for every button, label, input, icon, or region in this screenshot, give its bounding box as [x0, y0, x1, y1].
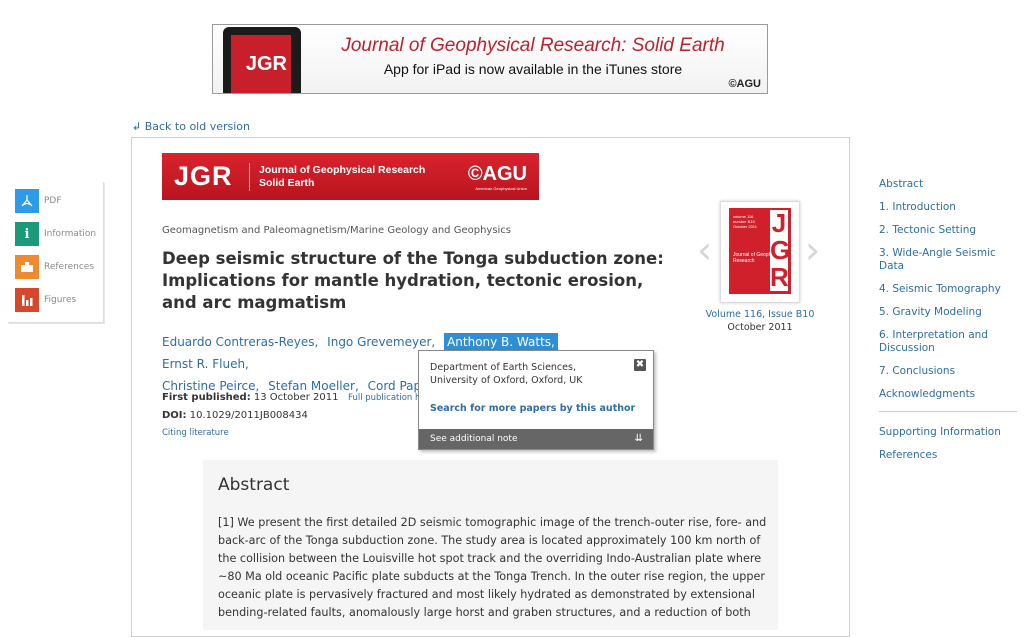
journal-name-line2: Solid Earth [259, 177, 315, 189]
jgr-logo: JGR [174, 161, 233, 191]
volume-issue-link[interactable]: Volume 116, Issue B10 [700, 309, 820, 320]
cover-jgr-letters: JGR [770, 208, 791, 292]
author-link-selected[interactable]: Anthony B. Watts, [444, 333, 558, 351]
references-icon [15, 255, 39, 279]
toc-item-tectonic-setting[interactable]: 2. Tectonic Setting [879, 224, 1019, 237]
abstract-heading: Abstract [218, 475, 290, 495]
author-link[interactable]: Eduardo Contreras-Reyes, [162, 335, 318, 349]
tool-label: Figures [44, 295, 77, 305]
first-published-date: 13 October 2011 [253, 392, 339, 403]
agu-full-name: American Geophysical Union [475, 186, 527, 191]
banner-divider [249, 163, 250, 191]
journal-name: Journal of Geophysical Research Solid Ea… [259, 164, 425, 190]
article-tools-sidebar: PDF i Information References Figures [8, 182, 104, 323]
tool-label: References [44, 262, 95, 272]
journal-name-line1: Journal of Geophysical Research [259, 164, 426, 176]
journal-banner[interactable]: JGR Journal of Geophysical Research Soli… [162, 153, 539, 200]
abstract-section: Abstract [1] We present the first detail… [203, 460, 778, 630]
tool-label: PDF [44, 196, 62, 206]
cover-volume-text: volume 116 number B10 October 2011 [733, 214, 757, 229]
issue-cover[interactable]: volume 116 number B10 October 2011 Journal… [720, 201, 800, 303]
doi-label: DOI: [162, 410, 187, 421]
ad-banner[interactable]: JGR Journal of Geophysical Research: Sol… [212, 24, 768, 94]
toc-item-gravity-modeling[interactable]: 5. Gravity Modeling [879, 306, 1019, 319]
cover-image: volume 116 number B10 October 2011 Journal… [729, 208, 791, 294]
ad-agu-logo: ©AGU [728, 78, 761, 90]
author-link[interactable]: Ingo Grevemeyer, [327, 335, 435, 349]
toc-item-interpretation-discussion[interactable]: 6. Interpretation and Discussion [879, 329, 994, 355]
back-to-old-version-link[interactable]: ↲ Back to old version [132, 120, 250, 133]
close-icon[interactable]: ✖ [634, 359, 646, 371]
agu-logo: ©AGU [467, 163, 527, 185]
abstract-text: [1] We present the first detailed 2D sei… [218, 516, 767, 619]
toc-item-references[interactable]: References [879, 449, 1019, 462]
publication-meta: First published: 13 October 2011 Full pu… [162, 389, 427, 442]
issue-date: October 2011 [727, 322, 793, 333]
ipad-image: JGR [223, 27, 301, 93]
search-author-papers-link[interactable]: Search for more papers by this author [430, 403, 635, 414]
tool-information[interactable]: i Information [15, 222, 96, 246]
additional-note-label: See additional note [430, 434, 518, 444]
info-icon: i [15, 222, 39, 246]
tool-label: Information [44, 229, 97, 239]
tool-references[interactable]: References [15, 255, 94, 279]
toc-item-abstract[interactable]: Abstract [879, 178, 1019, 191]
article-category: Geomagnetism and Paleomagnetism/Marine G… [162, 225, 512, 236]
double-chevron-down-icon: ⇊ [634, 433, 643, 444]
next-issue-chevron-icon[interactable]: › [805, 228, 820, 272]
author-popup: Department of Earth Sciences, University… [418, 350, 654, 450]
see-additional-note-bar[interactable]: See additional note ⇊ [419, 429, 653, 449]
ipad-jgr-logo: JGR [231, 35, 291, 93]
figures-icon [15, 288, 39, 312]
pdf-icon [15, 189, 39, 213]
first-published-label: First published: [162, 392, 251, 403]
previous-issue-chevron-icon[interactable]: ‹ [697, 228, 712, 272]
article-title: Deep seismic structure of the Tonga subd… [162, 249, 664, 312]
tool-pdf[interactable]: PDF [15, 189, 62, 213]
toc-item-conclusions[interactable]: 7. Conclusions [879, 365, 1019, 378]
doi-value: 10.1029/2011JB008434 [189, 410, 308, 421]
author-link[interactable]: Ernst R. Flueh, [162, 357, 249, 371]
toc-item-acknowledgments[interactable]: Acknowledgments [879, 388, 1019, 401]
tool-figures[interactable]: Figures [15, 288, 76, 312]
toc-item-introduction[interactable]: 1. Introduction [879, 201, 1019, 214]
author-affiliation: Department of Earth Sciences, University… [430, 362, 583, 386]
ad-subtitle: App for iPad is now available in the iTu… [383, 61, 683, 77]
table-of-contents: Abstract 1. Introduction 2. Tectonic Set… [879, 178, 1019, 472]
full-history-link[interactable]: Full publication his [348, 393, 427, 403]
toc-item-supporting-information[interactable]: Supporting Information [879, 426, 1019, 439]
toc-item-seismic-tomography[interactable]: 4. Seismic Tomography [879, 283, 1019, 296]
ad-title: Journal of Geophysical Research: Solid E… [341, 35, 725, 56]
toc-divider [879, 411, 1017, 412]
toc-item-wide-angle-seismic-data[interactable]: 3. Wide-Angle Seismic Data [879, 247, 1019, 273]
citing-literature-link[interactable]: Citing literature [162, 428, 229, 438]
